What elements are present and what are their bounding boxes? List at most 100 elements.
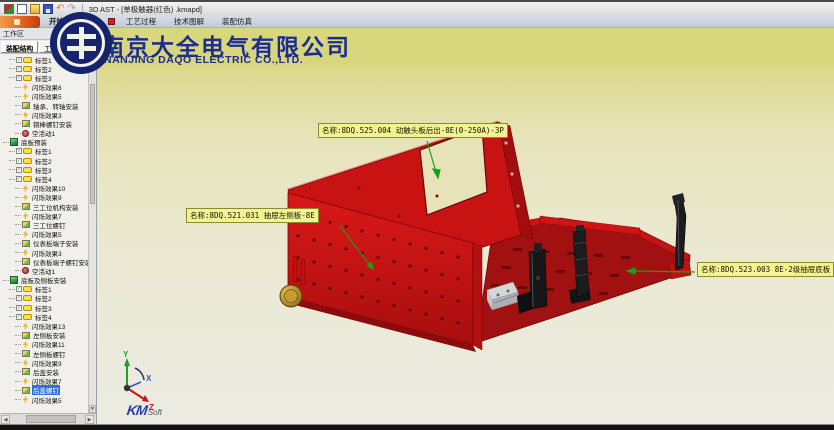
tree-connector — [15, 252, 21, 253]
vertical-scrollbar-thumb[interactable] — [90, 84, 95, 204]
undo-icon[interactable]: ↶ — [56, 4, 64, 14]
company-logo-glyph — [57, 19, 105, 67]
install-icon — [22, 102, 30, 109]
horizontal-scrollbar-thumb[interactable] — [26, 415, 76, 423]
tree-connector — [9, 298, 15, 299]
axis-x-label: X — [146, 374, 152, 383]
tree-connector — [15, 243, 21, 244]
install-icon — [22, 240, 30, 247]
flash-icon — [22, 193, 29, 201]
flash-icon — [22, 83, 29, 91]
axis-y-label: Y — [123, 350, 129, 359]
tree-connector — [15, 123, 21, 124]
part-callout[interactable]: 名称:8DQ.525.004 动触头板后出-8E(0-250A)-3P — [318, 123, 508, 138]
tree-connector — [9, 289, 15, 290]
tag-icon — [23, 57, 32, 63]
tree-connector — [9, 160, 15, 161]
open-folder-icon[interactable] — [30, 4, 40, 14]
install-icon — [22, 221, 30, 228]
kmsoft-watermark: KMSoft — [127, 402, 162, 420]
checkbox[interactable]: ✓ — [16, 66, 22, 72]
tree-connector — [3, 142, 9, 143]
tree-connector — [15, 105, 21, 106]
assembly-tree: ✓标签1✓标签2✓标签3闪烁效果6闪烁效果5轴承、转轴安装闪烁效果3铜棒螺钉安装… — [0, 54, 88, 413]
tree-connector — [9, 316, 15, 317]
ribbon-tab-strip: 开始 工具 工艺过程 技术图解 装配仿真 — [0, 16, 834, 28]
save-icon[interactable] — [43, 4, 53, 14]
tree-connector — [15, 197, 21, 198]
checkbox[interactable]: ✓ — [16, 295, 22, 301]
scroll-right-arrow[interactable]: ▶ — [85, 415, 94, 424]
tag-icon — [23, 75, 32, 81]
tab-assembly-simulation[interactable]: 装配仿真 — [213, 16, 261, 27]
tree-connector — [15, 344, 21, 345]
tag-icon — [23, 176, 32, 182]
group-icon — [10, 276, 18, 284]
install-icon — [22, 350, 30, 357]
activity-icon — [22, 267, 29, 274]
checkbox[interactable]: ✓ — [16, 158, 22, 164]
tree-connector — [15, 362, 21, 363]
checkbox[interactable]: ✓ — [16, 176, 22, 182]
flash-icon — [22, 92, 29, 100]
model-pin — [294, 256, 298, 282]
part-callout[interactable]: 名称:8DQ.523.003 8E-2级抽屉底板 — [697, 262, 834, 277]
tree-connector — [15, 188, 21, 189]
tree-item[interactable]: 闪烁效果5 — [0, 395, 88, 404]
tree-connector — [15, 114, 21, 115]
workspace-panel: 工作区 装配结构 工艺结构 ✓标签1✓标签2✓标签3闪烁效果6闪烁效果5轴承、转… — [0, 28, 97, 424]
tree-connector — [15, 234, 21, 235]
tree-connector — [15, 390, 21, 391]
tree-connector — [9, 68, 15, 69]
checkbox[interactable]: ✓ — [16, 305, 22, 311]
tree-connector — [15, 261, 21, 262]
horizontal-scrollbar[interactable]: ◀ ▶ — [0, 413, 96, 424]
part-callout[interactable]: 名称:8DQ.521.031 抽屉左侧板-8E — [186, 208, 319, 223]
tree-connector — [15, 224, 21, 225]
app-window: ↶ ↷ 3D AST - [单极触器(红色) .kmapd] 开始 工具 工艺过… — [0, 0, 834, 430]
checkbox[interactable]: ✓ — [16, 57, 22, 63]
group-icon — [10, 138, 18, 146]
new-document-icon[interactable] — [17, 4, 27, 14]
checkbox[interactable]: ✓ — [16, 75, 22, 81]
flash-icon — [22, 377, 29, 385]
flash-icon — [22, 322, 29, 330]
flash-icon — [22, 340, 29, 348]
tree-connector — [15, 381, 21, 382]
tree-connector — [9, 307, 15, 308]
tree-wrap: ✓标签1✓标签2✓标签3闪烁效果6闪烁效果5轴承、转轴安装闪烁效果3铜棒螺钉安装… — [0, 54, 96, 413]
install-icon — [22, 387, 30, 394]
tree-connector — [3, 280, 9, 281]
tree-connector — [9, 179, 15, 180]
model-canvas[interactable] — [97, 28, 833, 424]
scroll-down-arrow[interactable]: ▼ — [89, 405, 96, 413]
flash-icon — [22, 359, 29, 367]
checkbox[interactable]: ✓ — [16, 167, 22, 173]
tree-connector — [9, 151, 15, 152]
tree-connector — [15, 371, 21, 372]
tree-connector — [15, 270, 21, 271]
window-title: 3D AST - [单极触器(红色) .kmapd] — [89, 4, 202, 15]
checkbox[interactable]: ✓ — [16, 314, 22, 320]
tree-connector — [9, 169, 15, 170]
red-marker-icon — [108, 18, 115, 25]
tab-tech-illustration[interactable]: 技术图解 — [165, 16, 213, 27]
vertical-scrollbar[interactable]: ▼ — [88, 54, 96, 413]
tab-assembly-structure[interactable]: 装配结构 — [1, 41, 38, 53]
checkbox[interactable]: ✓ — [16, 286, 22, 292]
app-menu-button[interactable] — [0, 16, 40, 28]
tag-icon — [23, 167, 32, 173]
tree-connector — [15, 335, 21, 336]
tab-process[interactable]: 工艺过程 — [117, 16, 165, 27]
tree-connector — [15, 326, 21, 327]
app-mini-icon — [4, 4, 14, 14]
tree-connector — [15, 399, 21, 400]
viewport-3d[interactable]: 南京大全电气有限公司 NANJING DAQO ELECTRIC CO.,LTD… — [97, 28, 834, 424]
install-icon — [22, 120, 30, 127]
scroll-left-arrow[interactable]: ◀ — [1, 415, 10, 424]
install-icon — [22, 203, 30, 210]
checkbox[interactable]: ✓ — [16, 148, 22, 154]
flash-icon — [22, 212, 29, 220]
tag-icon — [23, 66, 32, 72]
model-pin — [301, 259, 305, 285]
